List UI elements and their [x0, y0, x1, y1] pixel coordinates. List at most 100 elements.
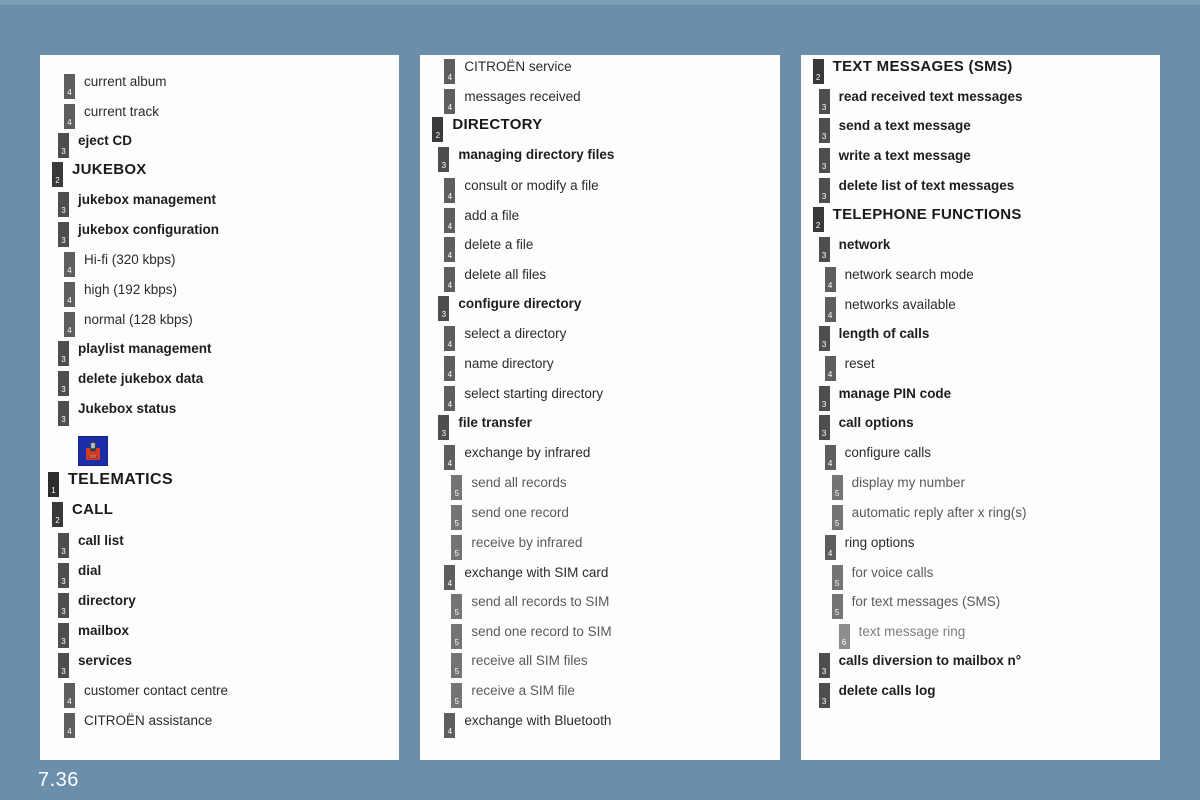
- level-badge: 3: [58, 133, 69, 158]
- index-entry[interactable]: 6 text message ring: [838, 624, 966, 649]
- index-entry[interactable]: 3 mailbox: [58, 623, 129, 648]
- index-entry-label: messages received: [464, 89, 581, 104]
- level-badge: 4: [64, 312, 75, 337]
- page-number: 7.36: [38, 769, 79, 791]
- level-badge: 5: [451, 475, 463, 500]
- index-entry[interactable]: 4 reset: [824, 356, 875, 381]
- index-entry[interactable]: 3 length of calls: [818, 326, 929, 351]
- index-entry[interactable]: 5 send one record to SIM: [451, 624, 612, 649]
- index-entry[interactable]: 4 normal (128 kbps): [64, 312, 193, 337]
- index-entry[interactable]: 4 exchange with SIM card: [444, 565, 608, 590]
- level-badge: 2: [812, 59, 824, 84]
- level-badge: 4: [64, 282, 75, 307]
- index-entry[interactable]: 4 exchange with Bluetooth: [444, 713, 611, 738]
- level-badge: 5: [831, 475, 843, 500]
- index-entry[interactable]: 4 select a directory: [444, 326, 566, 351]
- index-entry[interactable]: 2 CALL: [52, 502, 113, 527]
- index-entry[interactable]: 3 configure directory: [438, 296, 581, 321]
- index-entry[interactable]: 4 select starting directory: [444, 386, 603, 411]
- index-entry[interactable]: 4 CITROËN assistance: [64, 713, 212, 738]
- index-entry[interactable]: 3 Jukebox status: [58, 401, 176, 426]
- index-entry[interactable]: 3 playlist management: [58, 341, 212, 366]
- index-entry[interactable]: 3 call options: [818, 415, 914, 440]
- index-entry[interactable]: 5 display my number: [831, 475, 965, 500]
- column-2-inner: 4 CITROËN service 4 messages received 2 DIREC…: [420, 55, 779, 760]
- index-entry[interactable]: 3 jukebox configuration: [58, 222, 219, 247]
- index-entry[interactable]: 3 dial: [58, 563, 101, 588]
- index-entry[interactable]: 4 Hi-fi (320 kbps): [64, 252, 176, 277]
- index-entry[interactable]: 5 send all records: [451, 475, 567, 500]
- index-entry[interactable]: 2 DIRECTORY: [432, 117, 542, 142]
- level-badge: 3: [438, 296, 450, 321]
- index-entry[interactable]: 3 calls diversion to mailbox n°: [818, 653, 1022, 678]
- index-entry[interactable]: 3 manage PIN code: [818, 386, 951, 411]
- index-entry[interactable]: 3 network: [818, 237, 890, 262]
- index-entry[interactable]: 5 for text messages (SMS): [831, 594, 1000, 619]
- index-entry[interactable]: 4 ring options: [824, 535, 914, 560]
- index-entry[interactable]: 4 network search mode: [824, 267, 974, 292]
- index-entry[interactable]: 4 high (192 kbps): [64, 282, 177, 307]
- index-entry[interactable]: 4 delete all files: [444, 267, 546, 292]
- index-entry-label: jukebox configuration: [78, 222, 220, 237]
- level-badge: 4: [444, 59, 456, 84]
- level-badge: 3: [818, 386, 830, 411]
- index-entry[interactable]: 3 delete list of text messages: [818, 178, 1014, 203]
- index-entry-label: exchange by infrared: [464, 445, 591, 460]
- index-entry[interactable]: 4 delete a file: [444, 237, 533, 262]
- index-entry-label: calls diversion to mailbox n°: [838, 653, 1022, 668]
- index-entry-label: consult or modify a file: [464, 178, 599, 193]
- index-entry-label: customer contact centre: [84, 683, 229, 698]
- index-entry-label: send all records to SIM: [471, 594, 610, 609]
- index-entry[interactable]: 5 automatic reply after x ring(s): [831, 505, 1026, 530]
- index-entry[interactable]: 4 consult or modify a file: [444, 178, 599, 203]
- index-entry[interactable]: 5 receive by infrared: [451, 535, 582, 560]
- index-entry[interactable]: 3 jukebox management: [58, 192, 216, 217]
- index-entry[interactable]: 5 send one record: [451, 505, 569, 530]
- index-entry[interactable]: 2 TEXT MESSAGES (SMS): [812, 59, 1013, 84]
- index-entry[interactable]: 4 add a file: [444, 208, 519, 233]
- index-entry[interactable]: 1 TELEMATICS: [48, 472, 173, 497]
- index-entry[interactable]: 3 file transfer: [438, 415, 532, 440]
- index-entry-label: text message ring: [858, 624, 966, 639]
- level-badge: 3: [58, 371, 69, 396]
- index-entry[interactable]: 4 customer contact centre: [64, 683, 228, 708]
- telematics-phone-icon: SOS: [78, 436, 108, 466]
- level-badge: 5: [831, 594, 843, 619]
- level-badge: 3: [818, 237, 830, 262]
- index-entry[interactable]: 4 CITROËN service: [444, 59, 572, 84]
- index-entry[interactable]: 3 write a text message: [818, 148, 971, 173]
- index-entry[interactable]: 4 networks available: [824, 297, 956, 322]
- level-badge: 4: [444, 445, 456, 470]
- index-entry-label: configure directory: [458, 296, 582, 311]
- index-entry[interactable]: 3 directory: [58, 593, 136, 618]
- index-entry[interactable]: 4 messages received: [444, 89, 581, 114]
- index-entry[interactable]: 5 send all records to SIM: [451, 594, 609, 619]
- index-entry[interactable]: 3 call list: [58, 533, 124, 558]
- level-badge: 3: [818, 326, 830, 351]
- index-entry[interactable]: 3 read received text messages: [818, 89, 1023, 114]
- index-entry[interactable]: 4 name directory: [444, 356, 554, 381]
- index-entry[interactable]: 2 TELEPHONE FUNCTIONS: [812, 207, 1022, 232]
- index-entry[interactable]: 4 current track: [64, 104, 159, 129]
- level-badge: 4: [444, 565, 456, 590]
- level-badge: 3: [818, 89, 830, 114]
- index-entry[interactable]: 3 services: [58, 653, 132, 678]
- index-entry[interactable]: 4 configure calls: [824, 445, 931, 470]
- index-entry-label: send one record to SIM: [471, 624, 612, 639]
- index-entry[interactable]: 3 send a text message: [818, 118, 971, 143]
- index-entry-label: select a directory: [464, 326, 567, 341]
- index-entry[interactable]: 3 delete jukebox data: [58, 371, 203, 396]
- index-entry[interactable]: 5 receive all SIM files: [451, 653, 588, 678]
- index-entry[interactable]: 5 receive a SIM file: [451, 683, 575, 708]
- index-entry[interactable]: 3 eject CD: [58, 133, 132, 158]
- level-badge: 5: [451, 505, 463, 530]
- index-entry[interactable]: 3 delete calls log: [818, 683, 935, 708]
- index-entry[interactable]: 4 exchange by infrared: [444, 445, 590, 470]
- level-badge: 5: [831, 505, 843, 530]
- column-1-inner: 4 current album 4 current track 3 eject CD 2 JU…: [40, 55, 399, 760]
- column-3-inner: 2 TEXT MESSAGES (SMS) 3 read received text …: [801, 55, 1160, 760]
- index-entry[interactable]: 5 for voice calls: [831, 565, 933, 590]
- index-entry[interactable]: 3 managing directory files: [438, 147, 614, 172]
- index-entry[interactable]: 2 JUKEBOX: [52, 162, 147, 187]
- index-entry[interactable]: 4 current album: [64, 74, 167, 99]
